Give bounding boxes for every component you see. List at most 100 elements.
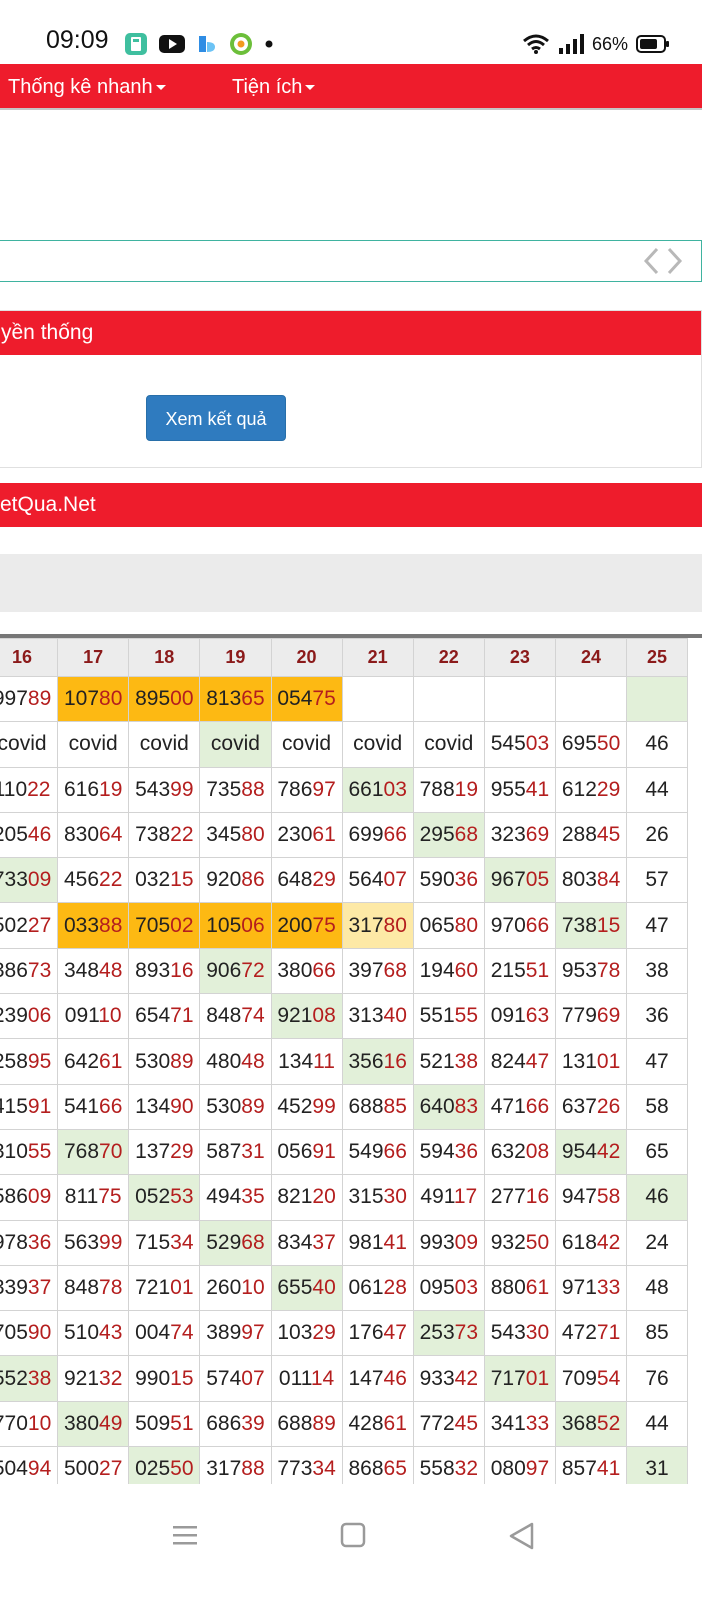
table-row: 3393784878721012601065540061280950388061…: [0, 1264, 688, 1312]
table-cell: 70954: [554, 1355, 628, 1402]
table-cell: 50227: [0, 902, 59, 949]
table-cell: 77245: [412, 1400, 485, 1448]
table-cell: 55238: [0, 1355, 59, 1402]
caret-down-icon: [305, 85, 316, 91]
table-cell: 05253: [128, 1174, 201, 1221]
table-cell: covid: [128, 721, 201, 768]
table-row: 5022703388705021050620075317800658097066…: [0, 902, 688, 949]
table-cell: 89500: [128, 675, 201, 723]
table-cell: 14746: [341, 1355, 414, 1402]
table-cell: 47: [626, 902, 688, 949]
table-cell: 58731: [199, 1128, 272, 1176]
caret-down-icon: [155, 85, 166, 91]
table-cell: 58: [626, 1083, 688, 1130]
table-row: 7330945622032159208664829564075903696705…: [0, 857, 688, 904]
table-cell: 95541: [483, 766, 557, 813]
table-cell: 54399: [128, 766, 201, 813]
nav-item-thong-ke-nhanh[interactable]: Thống kê nhanh: [8, 64, 166, 110]
table-row: 3867334848893169067238066397681946021551…: [0, 947, 688, 995]
table-cell: 19460: [412, 947, 485, 995]
back-icon[interactable]: [508, 1522, 534, 1550]
table-cell: 65: [626, 1128, 688, 1176]
column-header: 16: [0, 638, 59, 677]
table-cell: 77969: [554, 993, 628, 1040]
battery-icon: [636, 35, 669, 53]
system-nav-bar: [0, 1484, 720, 1600]
column-header: 18: [128, 638, 201, 677]
home-icon[interactable]: [340, 1522, 366, 1548]
table-cell: 63208: [483, 1128, 557, 1176]
table-cell: 31: [626, 1446, 688, 1484]
table-cell: 82120: [270, 1174, 343, 1221]
table-cell: 33937: [0, 1264, 59, 1312]
table-cell: 54966: [341, 1128, 414, 1176]
table-cell: 42861: [341, 1400, 414, 1448]
nav-item-tien-ich[interactable]: Tiện ích: [232, 64, 316, 110]
table-cell: 83064: [57, 811, 130, 859]
menu-icon[interactable]: [172, 1522, 198, 1548]
table-cell: 08097: [483, 1446, 557, 1484]
table-cell: 59436: [412, 1128, 485, 1176]
table-cell: 71701: [483, 1355, 557, 1402]
table-cell: 83437: [270, 1219, 343, 1266]
table-cell: 35616: [341, 1038, 414, 1085]
table-cell: 41591: [0, 1083, 59, 1130]
table-cell: 13490: [128, 1083, 201, 1130]
table-cell: 69966: [341, 811, 414, 859]
table-cell: 85: [626, 1310, 688, 1357]
table-cell: 20546: [0, 811, 59, 859]
table-cell: covid: [199, 721, 272, 768]
table-cell: 05691: [270, 1128, 343, 1176]
table-cell: 59036: [412, 857, 485, 904]
table-cell: 24: [626, 1219, 688, 1266]
table-cell: 98141: [341, 1219, 414, 1266]
table-row: 3105576870137295873105691549665943663208…: [0, 1128, 688, 1176]
table-cell: 50494: [0, 1446, 59, 1484]
table-cell: 73309: [0, 857, 59, 904]
table-cell: 70502: [128, 902, 201, 949]
table-cell: 52138: [412, 1038, 485, 1085]
table-cell: 81175: [57, 1174, 130, 1221]
table-cell: 92086: [199, 857, 272, 904]
table-cell: [483, 675, 557, 723]
panel-title: yền thống: [0, 311, 701, 355]
chevron-left-icon[interactable]: [643, 247, 659, 275]
table-cell: 97133: [554, 1264, 628, 1312]
table-cell: 61842: [554, 1219, 628, 1266]
table-cell: 05475: [270, 675, 343, 723]
table-cell: 48: [626, 1264, 688, 1312]
table-cell: 55155: [412, 993, 485, 1040]
table-cell: 73822: [128, 811, 201, 859]
stats-panel: etQua.Net: [0, 483, 702, 529]
table-cell: 96705: [483, 857, 557, 904]
table-cell: 58609: [0, 1174, 59, 1221]
table-cell: 94758: [554, 1174, 628, 1221]
table-cell: 10506: [199, 902, 272, 949]
table-cell: 65471: [128, 993, 201, 1040]
table-cell: 78697: [270, 766, 343, 813]
table-cell: covid: [412, 721, 485, 768]
table-row: 5523892132990155740701114147469334271701…: [0, 1355, 688, 1402]
table-cell: 23906: [0, 993, 59, 1040]
table-cell: 72101: [128, 1264, 201, 1312]
selector-box[interactable]: [0, 240, 702, 282]
table-cell: 95378: [554, 947, 628, 995]
table-cell: 45299: [270, 1083, 343, 1130]
table-cell: 54166: [57, 1083, 130, 1130]
chevron-right-icon[interactable]: [667, 247, 683, 275]
table-cell: 90672: [199, 947, 272, 995]
column-header: 20: [270, 638, 343, 677]
table-cell: 31530: [341, 1174, 414, 1221]
table-cell: 68889: [270, 1400, 343, 1448]
wifi-icon: [523, 34, 549, 54]
view-results-button[interactable]: Xem kết quả: [146, 395, 286, 441]
table-cell: 53089: [199, 1083, 272, 1130]
table-cell: 00474: [128, 1310, 201, 1357]
column-header: 21: [341, 638, 414, 677]
table-row: 2054683064738223458023061699662956832369…: [0, 811, 688, 859]
system-icons: 66%: [522, 30, 670, 58]
results-table-container[interactable]: 16171819202122232425 9978910780895008136…: [0, 634, 702, 1484]
table-cell: 49435: [199, 1174, 272, 1221]
table-cell: 26: [626, 811, 688, 859]
table-cell: 82447: [483, 1038, 557, 1085]
